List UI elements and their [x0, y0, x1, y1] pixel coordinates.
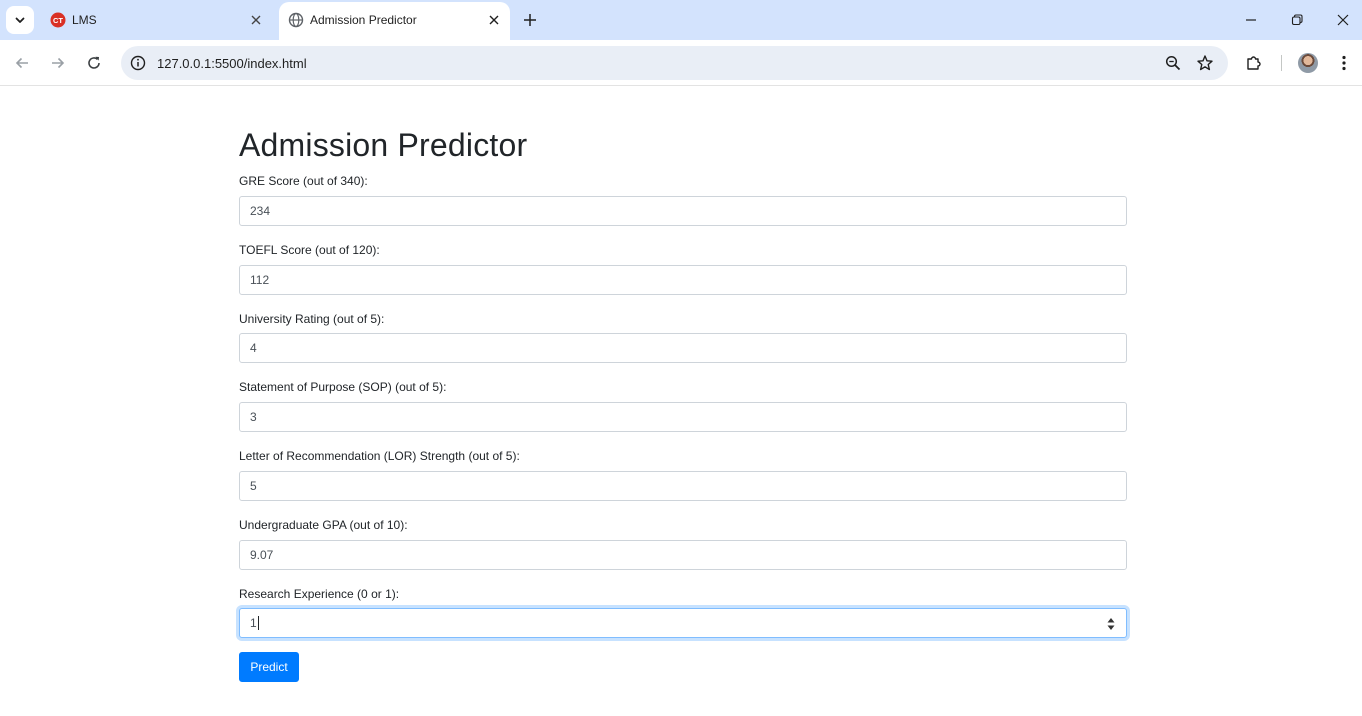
gpa-label: Undergraduate GPA (out of 10):: [239, 518, 408, 532]
lor-label: Letter of Recommendation (LOR) Strength …: [239, 449, 520, 463]
minimize-icon: [1246, 19, 1256, 21]
tab-strip: CT LMS Admission Predictor: [0, 0, 1362, 40]
plus-icon: [524, 14, 536, 26]
lms-favicon: CT: [50, 12, 66, 28]
forward-arrow-icon: [52, 57, 65, 69]
university-rating-label: University Rating (out of 5):: [239, 312, 385, 326]
svg-text:CT: CT: [53, 16, 63, 25]
reload-icon: [88, 56, 100, 69]
sop-value: 3: [250, 410, 257, 424]
puzzle-piece-icon: [1247, 56, 1261, 70]
extensions-button[interactable]: [1242, 51, 1266, 75]
close-icon: [1337, 14, 1349, 26]
restore-icon: [1291, 14, 1303, 26]
university-rating-value: 4: [250, 341, 257, 355]
predict-button[interactable]: Predict: [239, 652, 299, 682]
sop-input[interactable]: 3: [239, 402, 1127, 432]
research-value: 1: [250, 616, 257, 630]
text-caret: [257, 616, 259, 630]
lor-value: 5: [250, 479, 257, 493]
forward-button[interactable]: [46, 51, 70, 75]
tab-lms[interactable]: CT LMS: [38, 0, 274, 40]
chevron-down-icon: [15, 17, 25, 23]
restore-button[interactable]: [1285, 8, 1309, 32]
gpa-value: 9.07: [250, 548, 274, 562]
close-tab-icon[interactable]: [486, 12, 502, 28]
bookmark-star-icon[interactable]: [1196, 54, 1214, 72]
back-arrow-icon: [15, 57, 28, 69]
profile-avatar[interactable]: [1298, 53, 1318, 73]
toefl-score-input[interactable]: 112: [239, 265, 1127, 295]
research-input[interactable]: 1: [239, 608, 1127, 638]
gre-score-label: GRE Score (out of 340):: [239, 174, 368, 188]
gpa-input[interactable]: 9.07: [239, 540, 1127, 570]
more-vertical-icon: [1342, 55, 1346, 71]
gre-score-value: 234: [250, 204, 271, 218]
reload-button[interactable]: [82, 51, 106, 75]
toolbar-divider: [1281, 55, 1282, 71]
browser-menu-button[interactable]: [1332, 51, 1356, 75]
tab-title: Admission Predictor: [310, 13, 417, 27]
tab-title: LMS: [72, 13, 97, 27]
sop-label: Statement of Purpose (SOP) (out of 5):: [239, 380, 447, 394]
address-bar[interactable]: 127.0.0.1:5500/index.html: [121, 46, 1228, 80]
site-info-icon[interactable]: [129, 54, 147, 72]
tab-admission-predictor[interactable]: Admission Predictor: [279, 2, 510, 40]
university-rating-input[interactable]: 4: [239, 333, 1127, 363]
new-tab-button[interactable]: [518, 8, 542, 32]
number-spinner-icon[interactable]: [1106, 616, 1116, 632]
back-button[interactable]: [10, 51, 34, 75]
url-text[interactable]: 127.0.0.1:5500/index.html: [157, 56, 307, 71]
globe-icon: [288, 12, 304, 28]
page-title: Admission Predictor: [239, 127, 528, 163]
minimize-button[interactable]: [1239, 8, 1263, 32]
toefl-score-value: 112: [250, 273, 270, 287]
tab-search-button[interactable]: [6, 6, 34, 34]
close-tab-icon[interactable]: [248, 12, 264, 28]
zoom-icon[interactable]: [1164, 54, 1182, 72]
close-window-button[interactable]: [1331, 8, 1355, 32]
research-label: Research Experience (0 or 1):: [239, 587, 400, 601]
toefl-score-label: TOEFL Score (out of 120):: [239, 243, 380, 257]
gre-score-input[interactable]: 234: [239, 196, 1127, 226]
browser-toolbar: 127.0.0.1:5500/index.html: [0, 40, 1362, 86]
lor-input[interactable]: 5: [239, 471, 1127, 501]
